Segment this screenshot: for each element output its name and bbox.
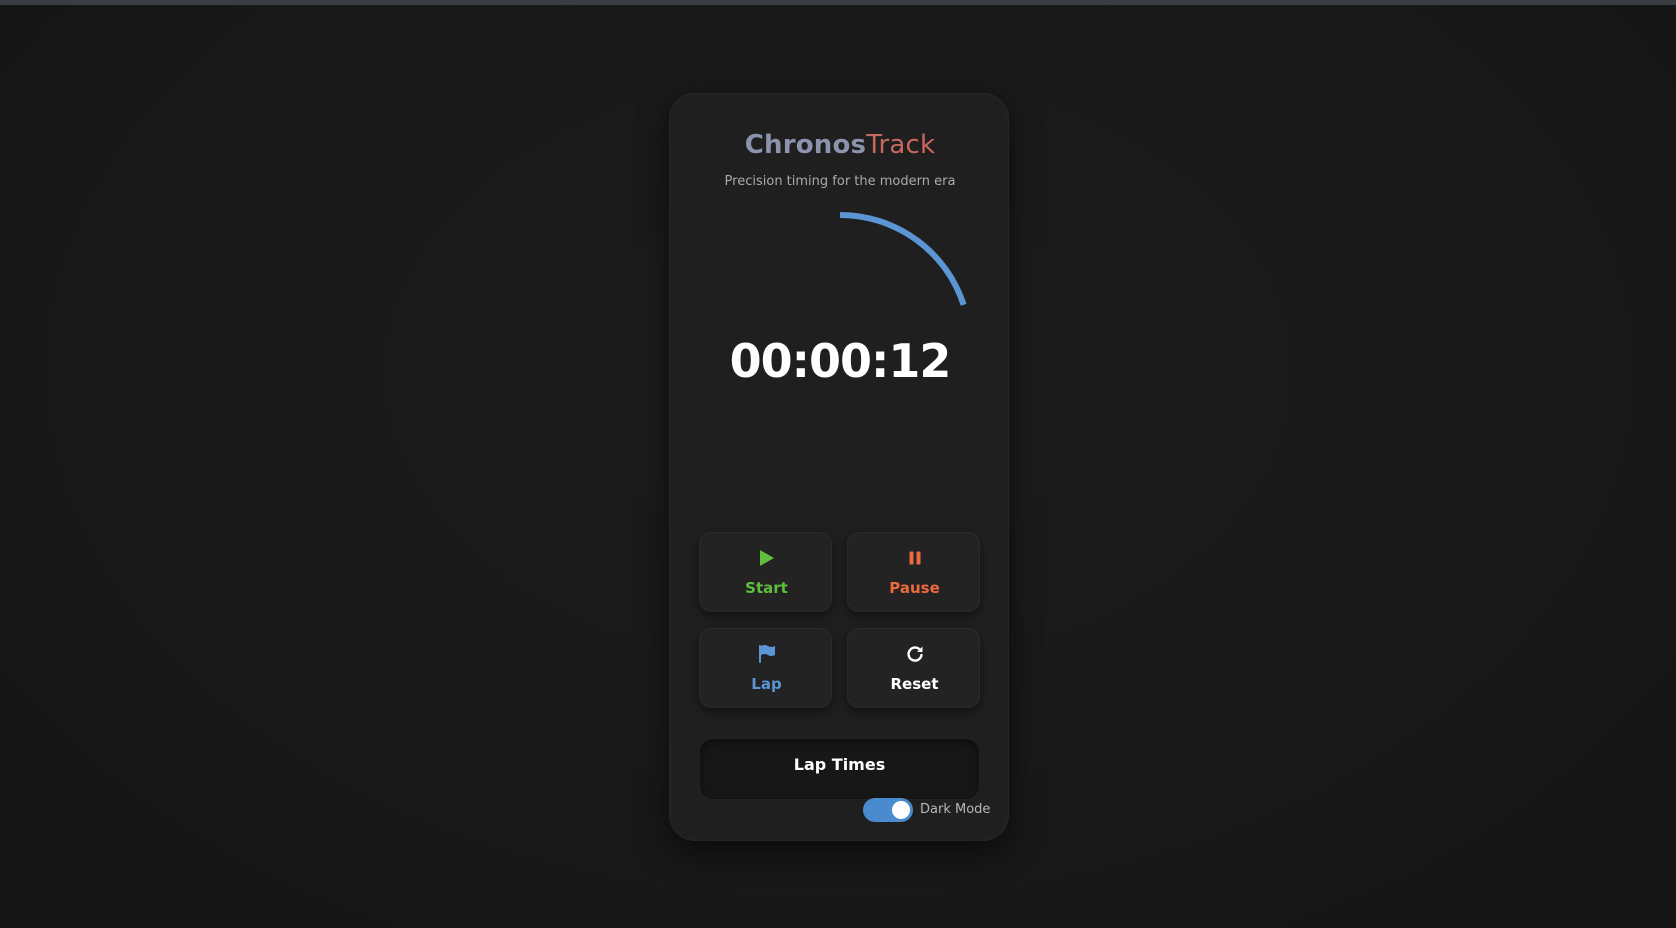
app-title: ChronosTrack [670, 132, 1010, 158]
flag-icon [700, 643, 833, 665]
dark-mode-setting: Dark Mode [863, 797, 1003, 823]
pause-button-label: Pause [889, 579, 940, 597]
elapsed-time: 00:00:12 [729, 334, 952, 388]
stopwatch-card: ChronosTrack Precision timing for the mo… [669, 93, 1009, 841]
app-title-primary: Chronos [744, 130, 867, 160]
start-button-label: Start [745, 579, 788, 597]
app-subtitle: Precision timing for the modern era [724, 174, 956, 189]
progress-dial [839, 212, 967, 306]
dark-mode-toggle[interactable] [863, 798, 913, 822]
toggle-knob [892, 801, 910, 819]
reset-button-label: Reset [890, 675, 939, 693]
app-title-secondary: Track [866, 130, 936, 160]
dark-mode-label: Dark Mode [920, 802, 991, 817]
start-button[interactable]: Start [699, 532, 832, 612]
pause-icon [848, 547, 981, 569]
refresh-icon [848, 643, 981, 665]
browser-top-bar [0, 0, 1676, 5]
lap-times-panel: Lap Times [699, 738, 980, 800]
play-icon [700, 547, 833, 569]
lap-button[interactable]: Lap [699, 628, 832, 708]
pause-button[interactable]: Pause [847, 532, 980, 612]
lap-times-title: Lap Times [793, 755, 886, 774]
reset-button[interactable]: Reset [847, 628, 980, 708]
lap-button-label: Lap [751, 675, 782, 693]
progress-arc [839, 212, 967, 306]
